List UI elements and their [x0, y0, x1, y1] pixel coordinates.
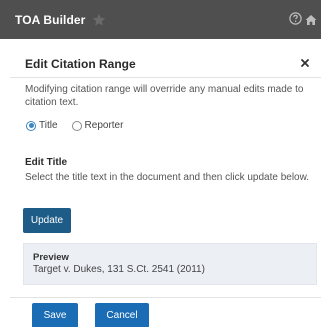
- star-icon[interactable]: [92, 13, 106, 27]
- radio-title[interactable]: Title: [26, 120, 58, 131]
- edit-title-instructions: Select the title text in the document an…: [25, 172, 310, 183]
- preview-box: Preview Target v. Dukes, 131 S.Ct. 2541 …: [23, 243, 317, 285]
- preview-citation-text: Target v. Dukes, 131 S.Ct. 2541 (2011): [33, 264, 205, 275]
- toa-builder-pane: TOA Builder Edit Citation Range Modifyin…: [0, 0, 321, 327]
- save-button[interactable]: Save: [32, 303, 78, 327]
- radio-label-title: Title: [39, 120, 58, 131]
- radio-reporter[interactable]: Reporter: [71, 120, 124, 131]
- cancel-button[interactable]: Cancel: [95, 303, 149, 327]
- header-divider: [10, 77, 321, 78]
- help-icon[interactable]: [289, 12, 302, 25]
- app-header: TOA Builder: [0, 0, 321, 39]
- footer-divider: [10, 297, 321, 298]
- radio-button-reporter[interactable]: [71, 120, 82, 131]
- preview-label: Preview: [33, 252, 69, 263]
- app-title: TOA Builder: [15, 12, 86, 27]
- edit-citation-range-dialog: Edit Citation Range Modifying citation r…: [10, 39, 321, 327]
- radio-button-title[interactable]: [26, 120, 36, 131]
- edit-title-heading: Edit Title: [25, 157, 68, 168]
- close-icon[interactable]: [298, 56, 312, 70]
- range-type-radio-group: Title Reporter: [26, 120, 137, 131]
- header-actions: [289, 12, 317, 25]
- update-button[interactable]: Update: [23, 208, 71, 233]
- override-warning: Modifying citation range will override a…: [25, 84, 304, 108]
- home-icon[interactable]: [305, 13, 317, 25]
- dialog-title: Edit Citation Range: [25, 57, 136, 71]
- radio-label-reporter: Reporter: [84, 120, 124, 131]
